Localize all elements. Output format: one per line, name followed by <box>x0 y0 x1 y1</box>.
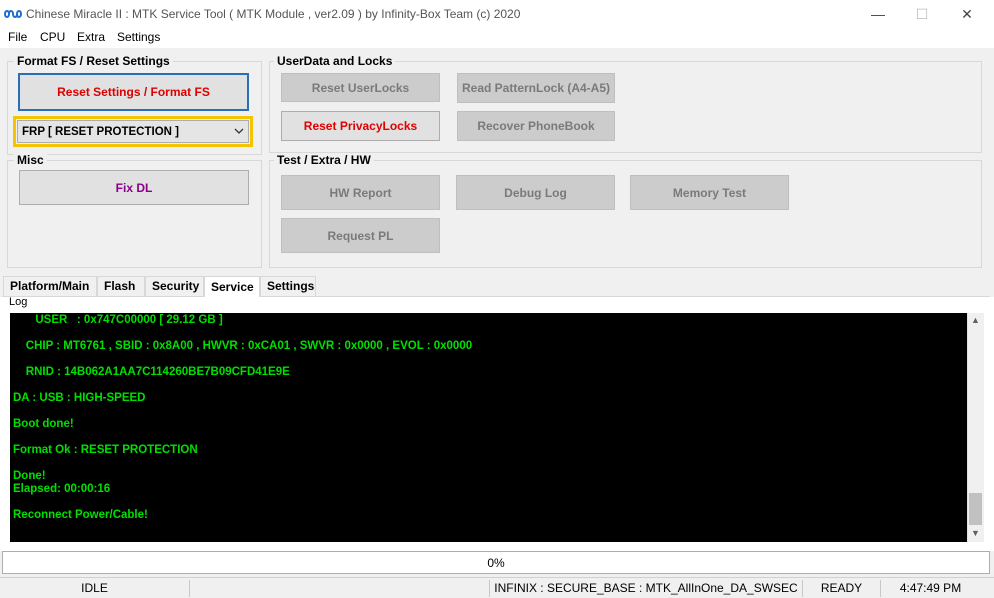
test-extra-hw-group-title: Test / Extra / HW <box>274 153 374 167</box>
status-time: 4:47:49 PM <box>899 581 962 595</box>
log-line: Elapsed: 00:00:16 <box>13 483 111 495</box>
log-line: RNID : 14B062A1AA7C114260BE7B09CFD41E9E <box>13 366 290 378</box>
log-line: DA : USB : HIGH-SPEED <box>13 392 146 404</box>
tab-flash[interactable]: Flash <box>97 276 145 296</box>
fix-dl-button[interactable]: Fix DL <box>19 170 249 205</box>
infinity-logo-icon <box>3 8 23 20</box>
close-button[interactable]: ✕ <box>944 0 990 28</box>
scrollbar-thumb[interactable] <box>969 493 982 525</box>
tab-service[interactable]: Service <box>204 276 260 297</box>
recover-phonebook-button[interactable]: Recover PhoneBook <box>457 111 615 141</box>
debug-log-button[interactable]: Debug Log <box>456 175 615 210</box>
format-fs-group-title: Format FS / Reset Settings <box>14 54 173 68</box>
reset-privacylocks-button[interactable]: Reset PrivacyLocks <box>281 111 440 141</box>
menu-cpu[interactable]: CPU <box>40 30 65 44</box>
log-line: Boot done! <box>13 418 74 430</box>
log-line: CHIP : MT6761 , SBID : 0x8A00 , HWVR : 0… <box>13 340 473 352</box>
menu-settings[interactable]: Settings <box>117 30 160 44</box>
status-state: IDLE <box>0 580 190 597</box>
reset-settings-format-fs-button[interactable]: Reset Settings / Format FS <box>18 73 249 111</box>
reset-userlocks-button[interactable]: Reset UserLocks <box>281 73 440 102</box>
log-label: Log <box>9 296 28 308</box>
status-ready: READY <box>803 580 881 597</box>
scroll-up-icon[interactable]: ▲ <box>968 315 983 329</box>
log-line: Done! <box>13 470 46 482</box>
userdata-locks-group-title: UserData and Locks <box>274 54 396 68</box>
log-line: Format Ok : RESET PROTECTION <box>13 444 198 456</box>
log-line: USER : 0x747C00000 [ 29.12 GB ] <box>13 314 223 326</box>
maximize-button[interactable]: ☐ <box>899 0 945 28</box>
menu-extra[interactable]: Extra <box>77 30 105 44</box>
scroll-down-icon[interactable]: ▼ <box>968 528 983 542</box>
read-patternlock-button[interactable]: Read PatternLock (A4-A5) <box>457 73 615 103</box>
frp-dropdown-value: FRP [ RESET PROTECTION ] <box>22 126 179 138</box>
misc-group-title: Misc <box>14 153 47 167</box>
memory-test-button[interactable]: Memory Test <box>630 175 789 210</box>
log-output[interactable]: USER : 0x747C00000 [ 29.12 GB ] CHIP : M… <box>10 313 968 542</box>
tab-security[interactable]: Security <box>145 276 204 296</box>
log-line: Reconnect Power/Cable! <box>13 509 148 521</box>
hw-report-button[interactable]: HW Report <box>281 175 440 210</box>
minimize-button[interactable]: — <box>855 0 901 28</box>
menu-file[interactable]: File <box>8 30 27 44</box>
tab-settings[interactable]: Settings <box>260 276 316 296</box>
tab-platform-main[interactable]: Platform/Main <box>3 276 97 296</box>
progress-bar: 0% <box>2 551 990 574</box>
status-info: INFINIX : SECURE_BASE : MTK_AllInOne_DA_… <box>490 580 803 597</box>
chevron-down-icon <box>233 124 245 138</box>
status-empty <box>190 580 490 597</box>
window-title: Chinese Miracle II : MTK Service Tool ( … <box>26 7 521 21</box>
request-pl-button[interactable]: Request PL <box>281 218 440 253</box>
